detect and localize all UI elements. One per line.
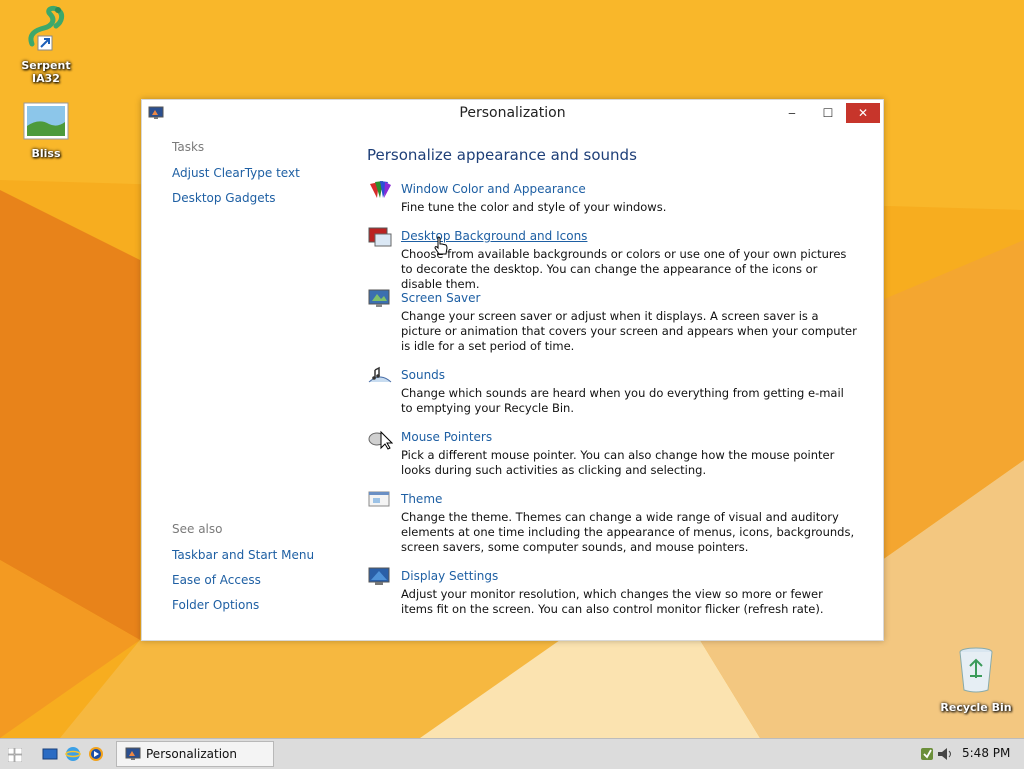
sidebar-link-ease-of-access[interactable]: Ease of Access	[172, 573, 352, 587]
item-window-color: Window Color and Appearance Fine tune th…	[367, 178, 857, 225]
desktop-icon-label: Recycle Bin	[940, 701, 1012, 714]
media-player-icon[interactable]	[88, 746, 104, 762]
system-tray[interactable]	[920, 746, 958, 762]
theme-icon	[367, 488, 393, 512]
sidebar-link-folder-options[interactable]: Folder Options	[172, 598, 352, 612]
minimize-icon: ‒	[788, 106, 796, 120]
sounds-description: Change which sounds are heard when you d…	[401, 386, 844, 415]
minimize-button[interactable]: ‒	[776, 103, 808, 123]
item-mouse-pointers: Mouse Pointers Pick a different mouse po…	[367, 426, 857, 488]
desktop-icon-label: Serpent IA32	[21, 59, 71, 85]
sidebar-link-adjust-cleartype[interactable]: Adjust ClearType text	[172, 166, 352, 180]
mouse-pointers-description: Pick a different mouse pointer. You can …	[401, 448, 835, 477]
window-color-link[interactable]: Window Color and Appearance	[401, 182, 586, 196]
item-theme: Theme Change the theme. Themes can chang…	[367, 488, 857, 565]
desktop-icon-bliss[interactable]: Bliss	[6, 102, 86, 160]
color-palette-icon	[367, 178, 393, 202]
picture-icon	[6, 102, 86, 143]
desktop-icon-serpent-ia32[interactable]: Serpent IA32	[6, 4, 86, 85]
maximize-icon: ☐	[822, 106, 834, 120]
window-title: Personalization	[459, 105, 566, 121]
personalization-app-icon	[125, 746, 141, 762]
browser-icon[interactable]	[65, 746, 81, 762]
window-color-description: Fine tune the color and style of your wi…	[401, 200, 667, 214]
sidebar-link-desktop-gadgets[interactable]: Desktop Gadgets	[172, 191, 352, 205]
theme-description: Change the theme. Themes can change a wi…	[401, 510, 855, 554]
snake-icon	[6, 4, 86, 55]
maximize-button[interactable]: ☐	[812, 103, 844, 123]
desktop-icon-recycle-bin[interactable]: Recycle Bin	[936, 646, 1016, 714]
screen-saver-description: Change your screen saver or adjust when …	[401, 309, 857, 353]
start-button[interactable]	[7, 747, 23, 763]
hand-cursor-icon	[434, 236, 448, 260]
desktop-icon-label: Bliss	[31, 147, 61, 160]
mouse-pointers-link[interactable]: Mouse Pointers	[401, 430, 492, 444]
sounds-icon	[367, 364, 393, 388]
sounds-link[interactable]: Sounds	[401, 368, 445, 382]
close-icon: ✕	[857, 106, 869, 120]
desktop-background-link[interactable]: Desktop Background and Icons	[401, 229, 587, 243]
sidebar-link-taskbar-start-menu[interactable]: Taskbar and Start Menu	[172, 548, 352, 562]
tasks-heading: Tasks	[172, 140, 205, 154]
screen-saver-link[interactable]: Screen Saver	[401, 291, 480, 305]
close-button[interactable]: ✕	[846, 103, 880, 123]
display-settings-icon	[367, 565, 393, 589]
windows-logo-icon	[7, 747, 23, 763]
clock[interactable]: 5:48 PM	[962, 746, 1010, 760]
show-desktop-icon[interactable]	[42, 746, 58, 762]
recycle-bin-icon	[936, 646, 1016, 697]
desktop-background-icon	[367, 225, 393, 249]
see-also-heading: See also	[172, 522, 223, 536]
taskbar: Personalization 5:48 PM	[0, 738, 1024, 769]
mouse-pointer-icon	[367, 426, 394, 450]
title-bar[interactable]: Personalization ‒ ☐ ✕	[142, 100, 883, 127]
sidebar-tasks: Tasks Adjust ClearType text Desktop Gadg…	[172, 140, 352, 216]
main-content: Personalize appearance and sounds Window…	[367, 146, 857, 616]
theme-link[interactable]: Theme	[401, 492, 442, 506]
desktop-background-description: Choose from available backgrounds or col…	[401, 247, 847, 291]
personalization-window: Personalization ‒ ☐ ✕ Tasks Adjust Clear…	[141, 99, 884, 641]
taskbar-button-personalization[interactable]: Personalization	[116, 741, 274, 767]
item-sounds: Sounds Change which sounds are heard whe…	[367, 364, 857, 426]
item-screen-saver: Screen Saver Change your screen saver or…	[367, 287, 857, 364]
item-display-settings: Display Settings Adjust your monitor res…	[367, 565, 857, 616]
page-title: Personalize appearance and sounds	[367, 146, 637, 164]
screen-saver-icon	[367, 287, 393, 311]
taskbar-button-label: Personalization	[146, 747, 237, 761]
display-settings-description: Adjust your monitor resolution, which ch…	[401, 587, 824, 616]
display-settings-link[interactable]: Display Settings	[401, 569, 498, 583]
sidebar-see-also: See also Taskbar and Start Menu Ease of …	[172, 522, 352, 623]
